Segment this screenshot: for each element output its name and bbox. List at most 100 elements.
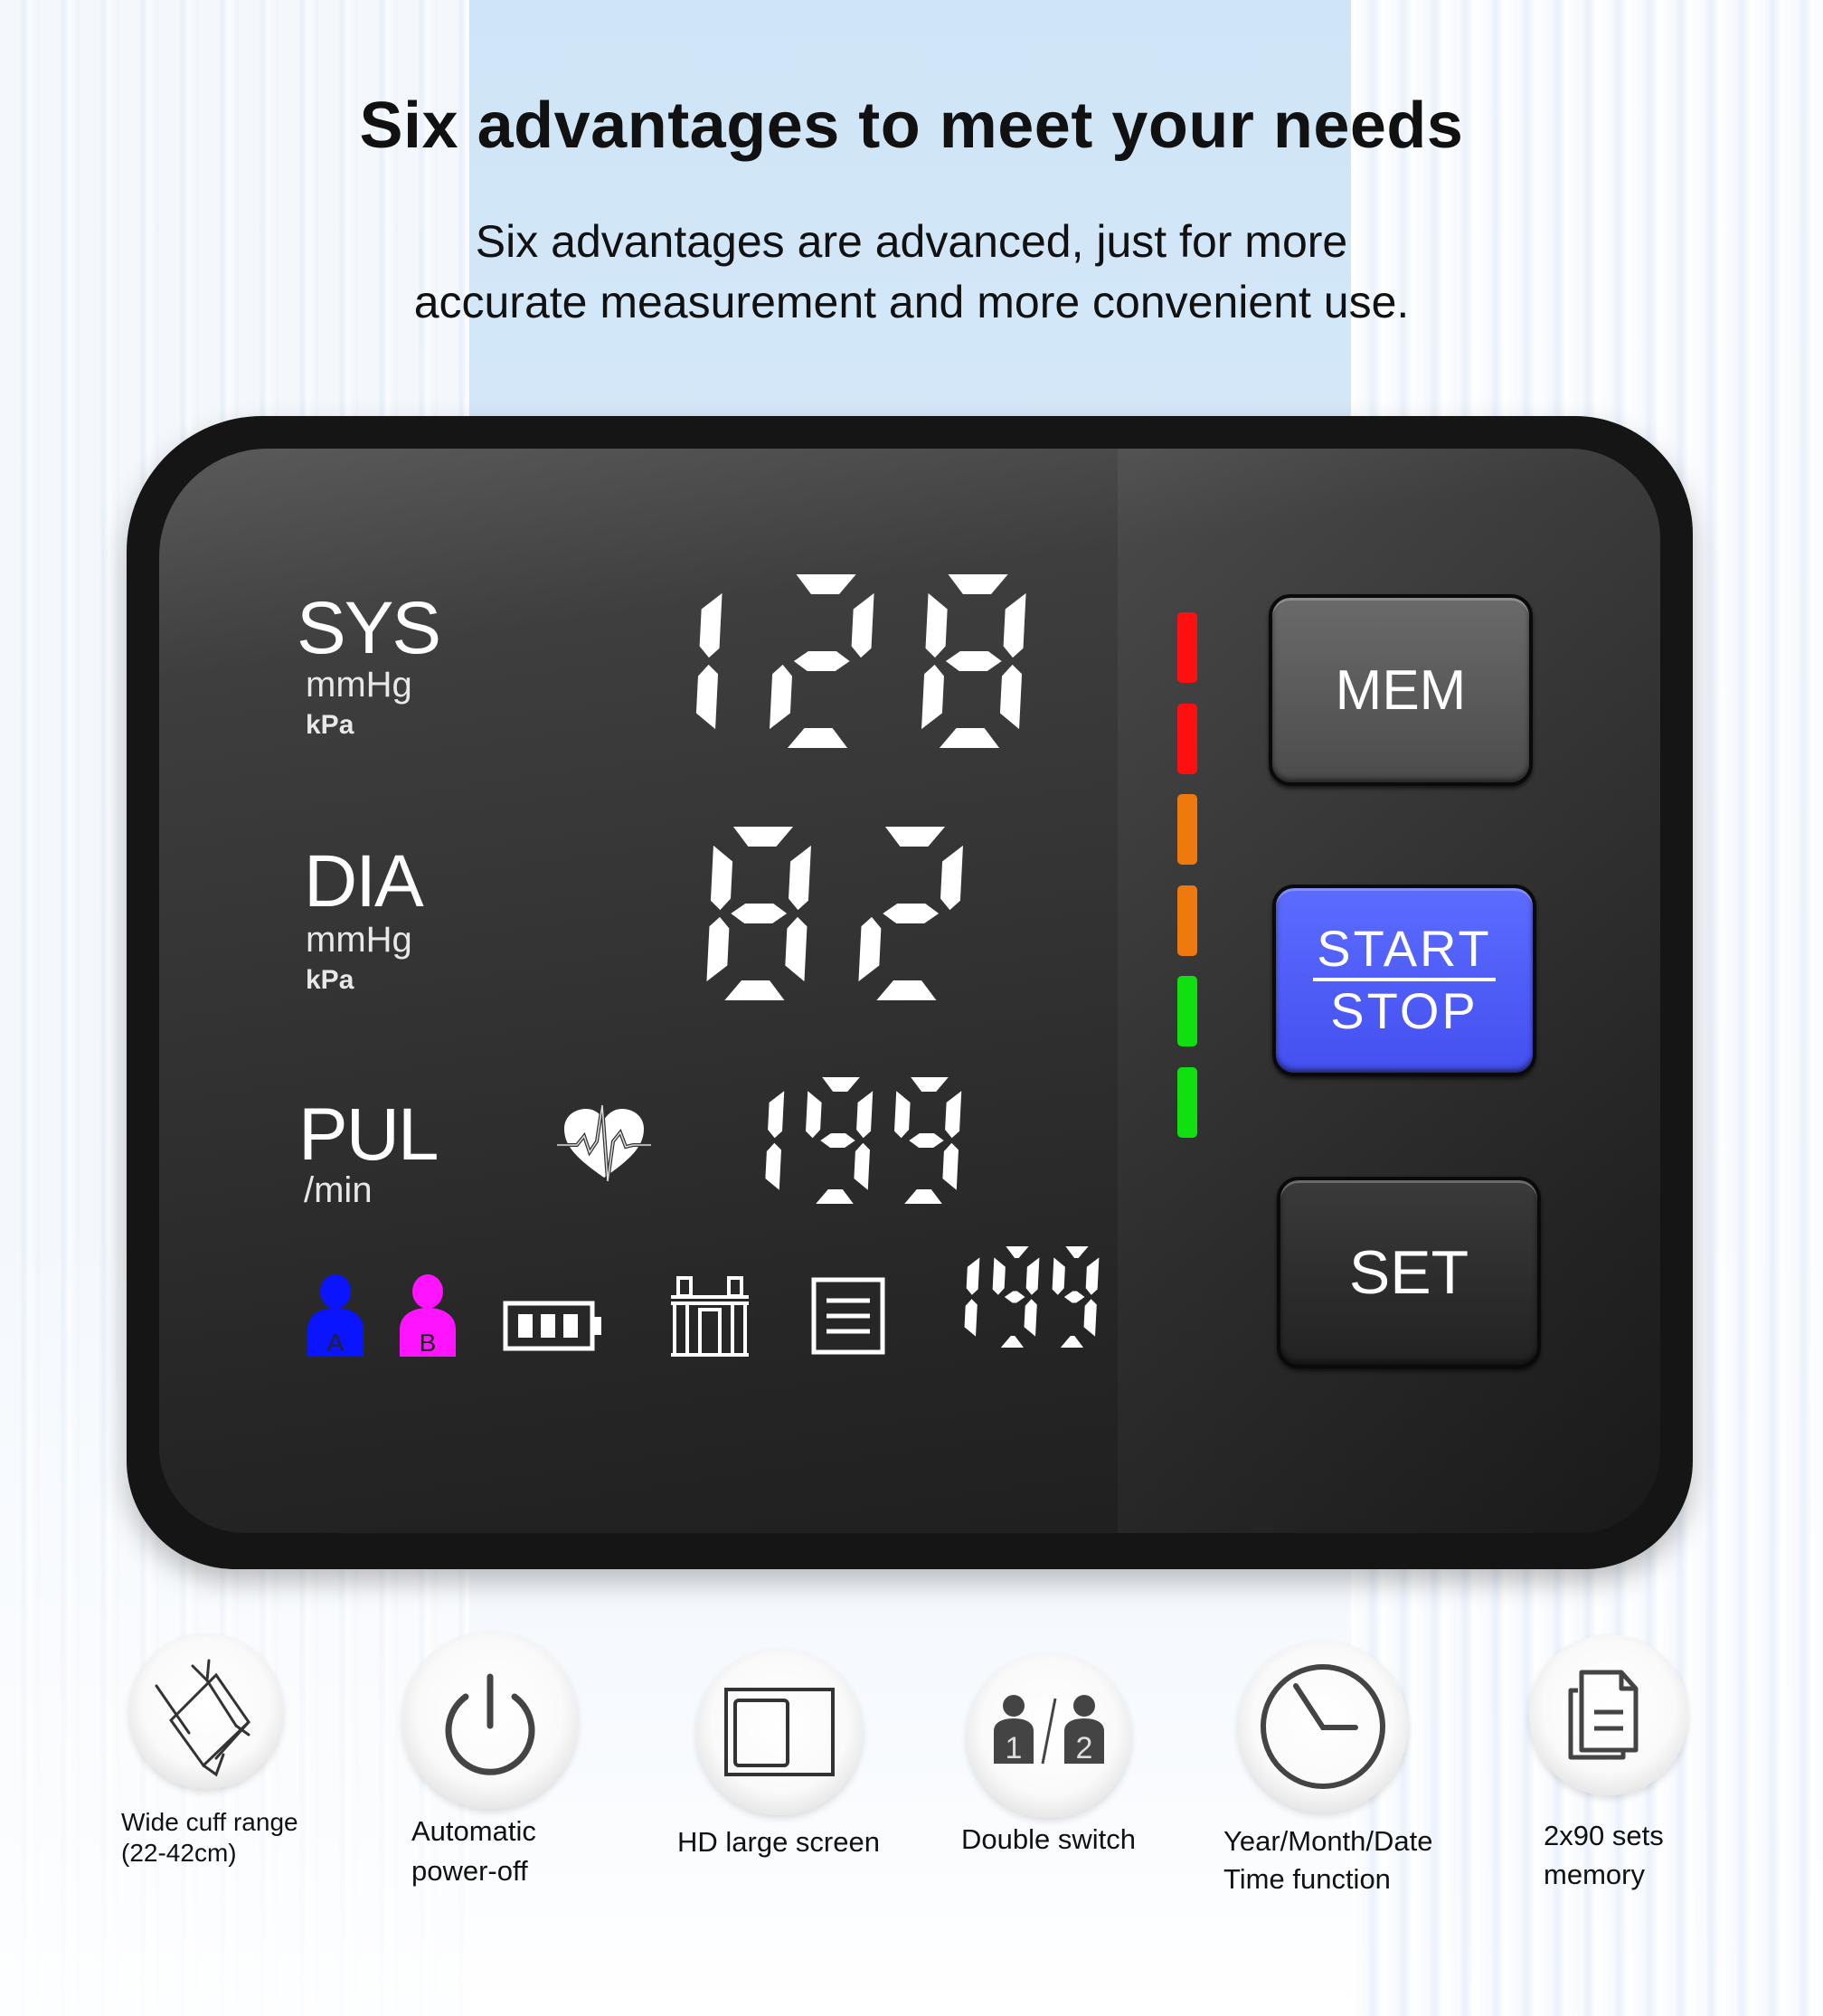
segment-g [1063, 1291, 1085, 1303]
segment-g [1004, 1291, 1025, 1303]
segment-b [940, 845, 963, 911]
indicator-segment-3 [1177, 794, 1197, 866]
segment-a [884, 827, 946, 847]
feature-circle-screen [696, 1649, 863, 1815]
feature-circle-memory [1529, 1634, 1688, 1795]
segment-e [706, 916, 730, 982]
dia-unit-kpa: kPa [306, 965, 354, 995]
battery-level-bar [541, 1314, 555, 1338]
segment-a [911, 1077, 949, 1092]
feature-label-memory-line1: 2x90 sets [1544, 1820, 1664, 1851]
stop-label: STOP [1330, 982, 1478, 1039]
heart-pulse-icon [557, 1104, 651, 1182]
segment-b [699, 592, 723, 658]
dia-unit-mmhg: mmHg [306, 920, 412, 960]
battery-level-bar [518, 1314, 533, 1338]
indicator-segment-6 [1177, 1067, 1197, 1138]
segment-g [793, 651, 850, 671]
battery-level-bar [563, 1314, 578, 1338]
calendar-building-icon [671, 1276, 749, 1357]
segment-g [883, 904, 940, 923]
segment-e [770, 664, 792, 730]
segment-f [806, 1091, 822, 1139]
memory-list-icon [811, 1277, 885, 1355]
start-stop-button[interactable]: START STOP [1272, 885, 1536, 1076]
set-button[interactable]: SET [1277, 1177, 1541, 1368]
feature-label-double-switch: Double switch [961, 1823, 1136, 1855]
segment-c [964, 1299, 978, 1337]
user-b-icon: B [400, 1274, 456, 1357]
systolic-digit-2 [770, 574, 874, 748]
segment-b [768, 1091, 785, 1139]
segment-c [765, 1142, 781, 1190]
segment-d [1060, 1336, 1084, 1348]
feature-label-cuff-line2: (22-42cm) [121, 1839, 237, 1867]
cuff-icon [155, 1659, 250, 1777]
segment-d [1000, 1336, 1025, 1348]
segment-f [710, 845, 733, 911]
segment-g [820, 1133, 855, 1148]
segment-b [966, 1257, 980, 1295]
segment-c [854, 1142, 870, 1190]
sys-unit-kpa: kPa [306, 710, 354, 740]
screen-icon [724, 1688, 835, 1776]
segment-a [732, 827, 794, 847]
feature-label-cuff-line1: Wide cuff range [121, 1808, 298, 1836]
indicator-segment-1 [1177, 612, 1197, 683]
user-a-icon: A [307, 1274, 364, 1357]
indicator-segment-4 [1177, 885, 1197, 956]
segment-f [925, 592, 948, 658]
feature-label-power-line2: power-off [411, 1855, 528, 1887]
battery-icon [503, 1301, 601, 1351]
memory-index-digit-3 [1052, 1246, 1100, 1348]
segment-f [1052, 1257, 1065, 1295]
pulse-readout [765, 1077, 962, 1204]
indicator-segment-2 [1177, 703, 1197, 774]
segment-f [894, 1091, 911, 1139]
segment-c [695, 664, 719, 730]
feature-label-power-line1: Automatic [411, 1815, 536, 1847]
feature-circle-cuff [129, 1633, 283, 1789]
pul-unit: /min [304, 1170, 373, 1210]
segment-e [858, 916, 882, 982]
segment-a [796, 574, 856, 594]
systolic-digit-1 [695, 592, 723, 730]
user-a-letter: A [327, 1329, 345, 1357]
feature-circle-clock [1238, 1641, 1408, 1813]
segment-g [909, 1133, 944, 1148]
segment-d [787, 728, 848, 748]
segment-d [816, 1189, 854, 1204]
mem-button-label: MEM [1335, 658, 1467, 722]
subtitle-line-2: accurate measurement and more convenient… [413, 277, 1410, 327]
sys-label: SYS [297, 587, 441, 669]
start-label: START [1313, 920, 1496, 981]
segment-c [1083, 1299, 1097, 1337]
svg-text:1: 1 [1006, 1731, 1023, 1765]
segment-d [876, 980, 937, 1000]
segment-b [851, 592, 874, 658]
segment-b [856, 1091, 874, 1139]
clock-icon [1261, 1664, 1385, 1789]
feature-label-clock-line2: Time function [1223, 1863, 1391, 1895]
mem-button[interactable]: MEM [1269, 594, 1533, 786]
feature-label-clock-line1: Year/Month/Date [1223, 1825, 1433, 1857]
memory-index-readout [964, 1246, 1100, 1348]
diastolic-readout [706, 827, 963, 1000]
subtitle-line-1: Six advantages are advanced, just for mo… [475, 216, 1348, 267]
feature-label-memory-line2: memory [1544, 1859, 1645, 1890]
sys-unit-mmhg: mmHg [306, 665, 412, 705]
segment-a [822, 1077, 860, 1092]
indicator-segment-5 [1177, 976, 1197, 1047]
pulse-digit-1 [765, 1091, 785, 1190]
segment-c [942, 1142, 959, 1190]
segment-b [789, 845, 811, 911]
segment-g [731, 904, 788, 923]
pul-label: PUL [298, 1093, 439, 1176]
segment-f [992, 1257, 1006, 1295]
set-button-label: SET [1348, 1238, 1469, 1307]
feature-circle-double-switch: 1 2 [967, 1653, 1131, 1818]
two-users-icon: 1 2 [994, 1695, 1104, 1765]
segment-a [1006, 1246, 1029, 1258]
segment-d [724, 980, 785, 1000]
memory-index-digit-2 [992, 1246, 1040, 1348]
